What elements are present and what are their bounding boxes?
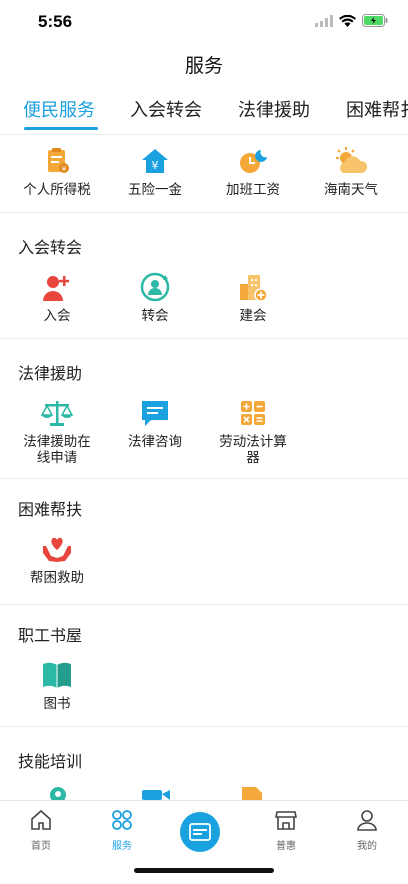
location-icon — [50, 787, 66, 800]
calculator-icon — [241, 401, 265, 425]
section-title-reading-room: 职工书屋 — [18, 626, 83, 645]
service-label: 帮困救助 — [30, 570, 84, 586]
service-label: 入会 — [43, 308, 71, 324]
chat-icon — [142, 401, 168, 426]
weather-icon — [336, 147, 368, 173]
section-title-hardship: 困难帮扶 — [18, 500, 83, 519]
category-tabs: 便民服务 入会转会 法律援助 困难帮扌 — [0, 88, 408, 134]
status-time: 5:56 — [38, 12, 73, 31]
wifi-icon — [339, 14, 356, 27]
service-label: 劳动法计算器 — [219, 434, 287, 466]
service-social-insurance[interactable]: ¥ 五险一金 — [104, 146, 206, 198]
service-icon — [112, 810, 132, 830]
service-hainan-weather[interactable]: 海南天气 — [300, 146, 402, 198]
service-labor-calculator[interactable]: 劳动法计算器 — [202, 398, 304, 466]
divider — [0, 134, 408, 135]
shop-icon — [275, 811, 297, 830]
battery-icon — [362, 14, 388, 27]
section-title-legal-aid: 法律援助 — [18, 364, 83, 383]
status-icons — [315, 14, 388, 27]
service-label: 转会 — [141, 308, 169, 324]
video-icon — [142, 790, 170, 800]
service-books[interactable]: 图书 — [6, 660, 108, 712]
tabbar-mine[interactable]: 我的 — [337, 809, 397, 852]
divider — [0, 726, 408, 727]
service-overtime-pay[interactable]: 加班工资 — [202, 146, 304, 198]
divider — [0, 338, 408, 339]
tabbar-label: 普惠 — [276, 841, 296, 852]
transfer-user-icon — [140, 272, 170, 302]
page-title: 服务 — [184, 55, 223, 77]
tabbar-benefits[interactable]: 普惠 — [256, 809, 316, 852]
card-icon — [189, 823, 211, 841]
service-label: 五险一金 — [128, 182, 182, 198]
home-indicator — [134, 868, 274, 873]
status-bar: 5:56 — [0, 0, 408, 44]
tabbar-center-button[interactable] — [180, 812, 220, 852]
tabbar-label: 我的 — [357, 841, 377, 852]
active-tab-indicator — [24, 127, 98, 130]
service-label: 个人所得税 — [23, 182, 91, 198]
tab-hardship[interactable]: 困难帮扌 — [346, 96, 408, 122]
tab-legal-aid[interactable]: 法律援助 — [238, 96, 310, 122]
service-label: 加班工资 — [226, 182, 280, 198]
service-label: 海南天气 — [324, 182, 378, 198]
scale-icon — [41, 401, 73, 426]
divider — [0, 212, 408, 213]
service-label: 法律援助在线申请 — [23, 434, 91, 466]
service-join-union[interactable]: 入会 — [6, 272, 108, 324]
tabbar-label: 首页 — [31, 841, 51, 852]
tabbar-label: 服务 — [112, 841, 132, 852]
service-hardship-relief[interactable]: 帮困救助 — [6, 534, 108, 586]
divider — [0, 478, 408, 479]
tax-document-icon: ¥ — [48, 148, 69, 173]
user-icon — [357, 810, 377, 831]
section-title-membership: 入会转会 — [18, 238, 83, 257]
divider — [0, 604, 408, 605]
service-transfer-union[interactable]: 转会 — [104, 272, 206, 324]
service-legal-aid-apply[interactable]: 法律援助在线申请 — [6, 398, 108, 466]
add-user-icon — [43, 276, 69, 301]
tabbar-home[interactable]: 首页 — [11, 809, 71, 852]
service-label: 图书 — [43, 696, 71, 712]
tabbar-service[interactable]: 服务 — [92, 809, 152, 852]
service-personal-tax[interactable]: ¥ 个人所得税 — [6, 146, 108, 198]
signal-icon — [315, 14, 333, 27]
build-union-icon — [240, 275, 268, 302]
service-legal-consult[interactable]: 法律咨询 — [104, 398, 206, 450]
service-label: 建会 — [239, 308, 267, 324]
book-icon — [43, 662, 71, 688]
yuan-house-icon: ¥ — [142, 149, 168, 173]
heart-hands-icon — [43, 537, 71, 562]
service-build-union[interactable]: 建会 — [202, 272, 304, 324]
svg-text:¥: ¥ — [62, 165, 67, 173]
document-icon — [242, 787, 262, 800]
nav-bar: 服务 — [0, 44, 408, 88]
service-label: 法律咨询 — [128, 434, 182, 450]
section-title-skills-training: 技能培训 — [18, 752, 83, 771]
svg-text:¥: ¥ — [152, 159, 159, 172]
tab-membership[interactable]: 入会转会 — [130, 96, 202, 122]
overtime-clock-icon — [240, 150, 267, 173]
home-icon — [31, 809, 51, 830]
tab-convenience[interactable]: 便民服务 — [23, 96, 95, 122]
